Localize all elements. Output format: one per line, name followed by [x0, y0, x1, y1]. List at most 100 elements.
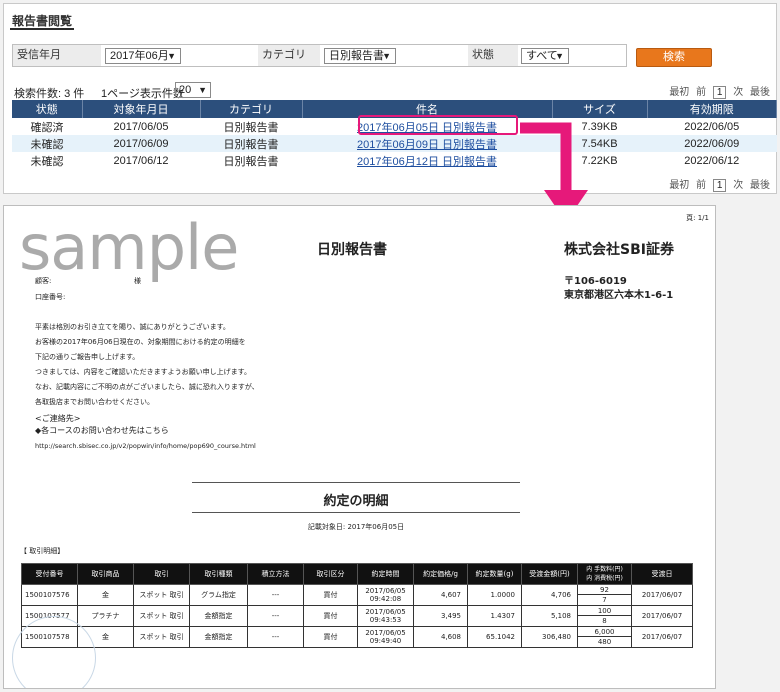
row-expiry: 2022/06/05 — [684, 120, 740, 133]
row-status: 未確認 — [30, 155, 64, 168]
highlight-box — [358, 115, 518, 135]
trade-trade: スポット 取引 — [133, 605, 190, 627]
row-category: 日別報告書 — [200, 135, 302, 152]
trade-type: 金額指定 — [189, 605, 248, 627]
per-page-value: 20 — [179, 84, 192, 96]
col-status: 状態 — [12, 100, 83, 118]
section-divider — [192, 512, 520, 513]
month-label: 受信年月 — [13, 45, 101, 66]
trade-fee: 6,000 — [578, 627, 631, 637]
customer-honorific: 様 — [134, 277, 141, 285]
row-status: 確認済 — [30, 121, 64, 134]
subject-link[interactable]: 2017年06月09日 日別報告書 — [357, 139, 497, 151]
pager-first[interactable]: 最初 — [669, 87, 689, 98]
report-browse-panel: 報告書閲覧 受信年月 2017年06月 ▼ カテゴリ 日別報告書 ▼ 状態 すべて ▼… — [3, 3, 777, 194]
page-number: 頁: 1/1 — [686, 214, 709, 222]
table-row: 未確認 2017/06/09 日別報告書 2017年06月09日 日別報告書 7… — [12, 135, 777, 152]
greeting-line: なお、記載内容にご不明の点がございましたら、誠に恐れ入りますが、 — [35, 383, 259, 391]
trade-type: 金額指定 — [189, 626, 248, 648]
col-size: サイズ — [552, 100, 648, 118]
customer-label: 顧客: — [35, 277, 52, 285]
sample-watermark: sample — [19, 211, 239, 284]
trade-amount: 5,108 — [521, 605, 578, 627]
status-value: すべて — [526, 50, 558, 62]
col-category: カテゴリ — [200, 100, 303, 118]
pager-last[interactable]: 最後 — [750, 87, 770, 98]
trade-qty: 1.0000 — [467, 584, 522, 606]
document-title: 日別報告書 — [317, 242, 387, 258]
pager-next[interactable]: 次 — [733, 87, 743, 98]
account-number-label: 口座番号: — [35, 293, 66, 301]
greeting-line: 下記の通りご報告申し上げます。 — [35, 353, 140, 361]
th-price: 約定価格/g — [413, 563, 468, 585]
trade-time-date: 2017/06/05 — [365, 587, 406, 595]
greeting-line: 各取扱店までお問い合わせください。 — [35, 398, 154, 406]
daily-report-document: 頁: 1/1 sample 日別報告書 株式会社SBI証券 〒106-6019 … — [3, 205, 716, 689]
trade-price: 4,607 — [413, 584, 468, 606]
per-page-label: 1ページ表示件数 — [101, 88, 184, 100]
trade-plan: --- — [247, 584, 304, 606]
trade-settle: 2017/06/07 — [631, 626, 693, 648]
trade-time: 2017/06/05 09:49:40 — [357, 626, 414, 648]
row-date: 2017/06/09 — [82, 135, 200, 152]
trade-plan: --- — [247, 626, 304, 648]
trade-time-date: 2017/06/05 — [365, 608, 406, 616]
trade-side: 買付 — [303, 626, 358, 648]
result-count: 検索件数: 3 件 — [14, 88, 85, 100]
trade-detail-table: 受付番号 取引商品 取引 取引種類 積立方法 取引区分 約定時間 約定価格/g … — [21, 563, 693, 648]
pager-next[interactable]: 次 — [733, 180, 743, 191]
trade-time-date: 2017/06/05 — [365, 629, 406, 637]
th-time: 約定時間 — [357, 563, 414, 585]
chevron-down-icon: ▼ — [555, 51, 564, 61]
trade-settle: 2017/06/07 — [631, 605, 693, 627]
status-select[interactable]: すべて ▼ — [521, 48, 569, 64]
col-expiry: 有効期限 — [647, 100, 777, 118]
trade-tax: 8 — [602, 617, 607, 625]
pager-prev[interactable]: 前 — [696, 87, 706, 98]
month-select[interactable]: 2017年06月 ▼ — [105, 48, 181, 64]
trade-amount: 306,480 — [521, 626, 578, 648]
category-select[interactable]: 日別報告書 ▼ — [324, 48, 396, 64]
subject-link[interactable]: 2017年06月12日 日別報告書 — [357, 156, 497, 168]
trade-time-clock: 09:43:53 — [369, 616, 402, 624]
th-side: 取引区分 — [303, 563, 358, 585]
trade-tax: 7 — [602, 596, 607, 604]
trade-settle: 2017/06/07 — [631, 584, 693, 606]
row-date: 2017/06/05 — [113, 120, 169, 133]
trade-amount: 4,706 — [521, 584, 578, 606]
record-date: 記載対象日: 2017年06月05日 — [307, 523, 405, 531]
pager-first[interactable]: 最初 — [669, 180, 689, 191]
trade-plan: --- — [247, 605, 304, 627]
category-value: 日別報告書 — [329, 50, 384, 62]
pager-last[interactable]: 最後 — [750, 180, 770, 191]
per-page-select[interactable]: 20 ▼ — [175, 82, 211, 98]
company-name: 株式会社SBI証券 — [564, 242, 674, 258]
trade-side: 買付 — [303, 605, 358, 627]
search-button[interactable]: 検索 — [636, 48, 712, 67]
course-contact-link[interactable]: ◆各コースのお問い合わせ先はこちら — [35, 425, 169, 436]
row-expiry: 2022/06/12 — [684, 154, 740, 167]
trade-product: プラチナ — [77, 605, 134, 627]
trade-fee: 92 — [578, 585, 631, 595]
filter-bar: 受信年月 2017年06月 ▼ カテゴリ 日別報告書 ▼ 状態 すべて ▼ — [12, 44, 627, 67]
trade-price: 4,608 — [413, 626, 468, 648]
trade-id: 1500107576 — [21, 584, 78, 606]
section-divider — [192, 482, 520, 483]
trade-header-row: 受付番号 取引商品 取引 取引種類 積立方法 取引区分 約定時間 約定価格/g … — [21, 563, 693, 585]
trade-fee-cell: 92 7 — [577, 584, 632, 606]
col-date: 対象年月日 — [82, 100, 201, 118]
th-amount: 受渡金額(円) — [521, 563, 578, 585]
trade-trade: スポット 取引 — [133, 584, 190, 606]
row-category: 日別報告書 — [223, 121, 279, 134]
contact-heading: <ご連絡先> — [35, 414, 81, 423]
trade-time: 2017/06/05 09:42:08 — [357, 584, 414, 606]
pager-prev[interactable]: 前 — [696, 180, 706, 191]
trade-qty: 1.4307 — [467, 605, 522, 627]
trade-type: グラム指定 — [189, 584, 248, 606]
th-product: 取引商品 — [77, 563, 134, 585]
trade-row: 1500107578 金 スポット 取引 金額指定 --- 買付 2017/06… — [21, 626, 693, 648]
course-contact-url[interactable]: http://search.sbisec.co.jp/v2/popwin/inf… — [35, 442, 256, 450]
row-date: 2017/06/12 — [113, 154, 169, 167]
row-status: 未確認 — [12, 135, 82, 152]
trade-time-clock: 09:42:08 — [369, 595, 402, 603]
